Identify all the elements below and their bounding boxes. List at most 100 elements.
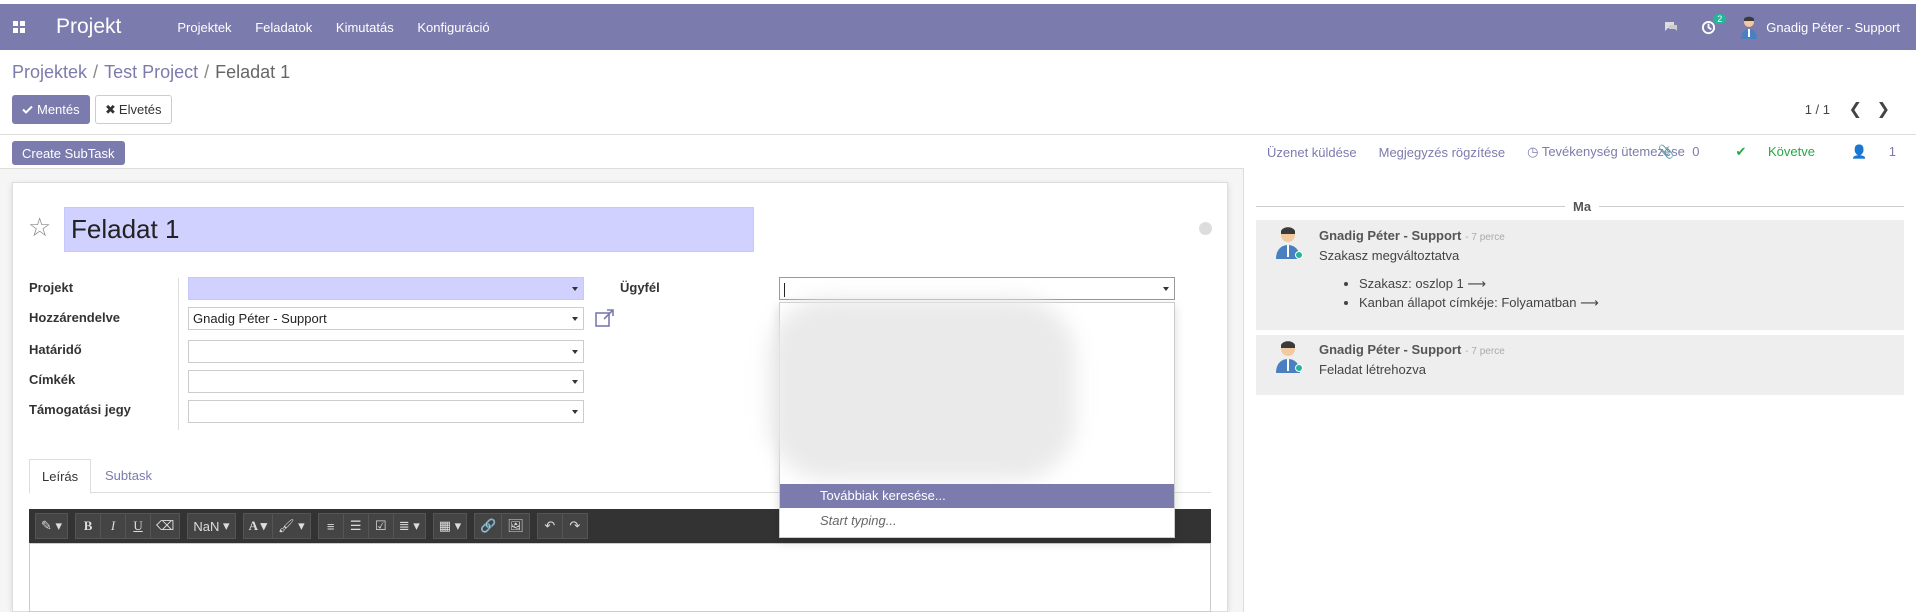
caret-down-icon <box>572 317 578 321</box>
paperclip-icon: 📎 <box>1658 144 1675 159</box>
label-divider <box>178 278 179 430</box>
discard-button[interactable]: ✖ Elvetés <box>95 95 172 124</box>
tab-subtask[interactable]: Subtask <box>93 459 164 494</box>
following-label: Követve <box>1767 144 1815 159</box>
search-more-option[interactable]: Továbbiak keresése... <box>780 484 1174 508</box>
message-author[interactable]: Gnadig Péter - Support - 7 perce <box>1319 228 1505 243</box>
menu-tasks[interactable]: Feladatok <box>255 20 312 35</box>
message-author[interactable]: Gnadig Péter - Support - 7 perce <box>1319 342 1505 357</box>
text-cursor <box>784 282 785 297</box>
chevron-left-icon[interactable]: ❮ <box>1849 99 1862 119</box>
breadcrumb-projects[interactable]: Projektek <box>12 62 87 82</box>
menu-reporting[interactable]: Kimutatás <box>336 20 394 35</box>
day-label: Ma <box>1565 199 1600 214</box>
assignee-label: Hozzárendelve <box>29 310 121 325</box>
message-body: Feladat létrehozva <box>1319 362 1426 377</box>
activity-icon[interactable]: 2 <box>1701 13 1727 35</box>
tracking-values: Szakasz: oszlop 1 ⟶ Kanban állapot címké… <box>1359 276 1599 314</box>
breadcrumb-project[interactable]: Test Project <box>104 62 198 82</box>
magic-style-icon[interactable]: ✎ ▾ <box>35 513 69 539</box>
redo-icon[interactable]: ↷ <box>561 513 588 539</box>
form-statusbar <box>0 135 1244 169</box>
deadline-label: Határidő <box>29 342 82 357</box>
discard-button-label: Elvetés <box>118 102 162 117</box>
project-field[interactable] <box>188 277 584 300</box>
online-status-icon <box>1295 364 1303 372</box>
blurred-results <box>768 298 1076 480</box>
customer-label: Ügyfél <box>620 280 660 295</box>
send-message-button[interactable]: Üzenet küldése <box>1267 145 1357 160</box>
tags-label: Címkék <box>29 372 76 387</box>
menu-configuration[interactable]: Konfiguráció <box>417 20 489 35</box>
menu-projects[interactable]: Projektek <box>177 20 231 35</box>
bold-button[interactable]: B <box>75 513 102 539</box>
create-subtask-button[interactable]: Create SubTask <box>12 141 125 165</box>
underline-button[interactable]: U <box>125 513 152 539</box>
user-name: Gnadig Péter - Support <box>1766 19 1900 35</box>
clock-icon: ◷ <box>1527 144 1539 159</box>
following-button[interactable]: ✔ Követve <box>1717 144 1815 160</box>
main-menu: Projektek Feladatok Kimutatás Konfigurác… <box>177 20 509 35</box>
top-navbar: Projekt Projektek Feladatok Kimutatás Ko… <box>0 4 1916 50</box>
message-body: Szakasz megváltoztatva <box>1319 248 1460 263</box>
bullet-list-icon[interactable]: ≡ <box>317 513 344 539</box>
apps-menu-icon[interactable] <box>0 4 38 50</box>
app-brand[interactable]: Projekt <box>56 15 121 39</box>
align-icon[interactable]: ≣ ▾ <box>392 513 426 539</box>
followers-count: 1 <box>1888 144 1896 159</box>
activity-count-badge: 2 <box>1713 13 1727 24</box>
tags-field[interactable] <box>188 370 584 393</box>
caret-down-icon <box>572 380 578 384</box>
message-time: - 7 perce <box>1465 232 1505 243</box>
user-menu[interactable]: Gnadig Péter - Support <box>1738 15 1900 39</box>
checklist-icon[interactable]: ☑ <box>367 513 394 539</box>
star-icon[interactable]: ☆ <box>28 212 51 243</box>
followers-button[interactable]: 👤 1 <box>1833 144 1896 160</box>
tab-description[interactable]: Leírás <box>29 459 92 494</box>
start-typing-hint: Start typing... <box>820 513 897 528</box>
tracking-item: Kanban állapot címkéje: Folyamatban ⟶ <box>1359 295 1599 311</box>
check-icon: ✔ <box>1735 144 1747 159</box>
brush-icon[interactable]: 🖌 ▾ <box>272 513 311 539</box>
caret-down-icon <box>572 410 578 414</box>
check-icon <box>22 105 33 114</box>
customer-field[interactable] <box>779 277 1175 300</box>
table-icon[interactable]: ▦ ▾ <box>432 513 468 539</box>
eraser-icon[interactable]: ⌫ <box>150 513 181 539</box>
task-title-input[interactable]: Feladat 1 <box>64 207 754 252</box>
font-size-value: NaN <box>193 518 220 534</box>
image-icon[interactable]: 🖼 <box>501 513 530 539</box>
attachments-count: 0 <box>1692 144 1700 159</box>
numbered-list-icon[interactable]: ☰ <box>342 513 369 539</box>
italic-button[interactable]: I <box>100 513 127 539</box>
deadline-field[interactable] <box>188 340 584 363</box>
font-size-select[interactable]: NaN ▾ <box>187 513 236 539</box>
link-icon[interactable]: 🔗 <box>474 513 503 539</box>
message-time: - 7 perce <box>1465 346 1505 357</box>
ticket-label: Támogatási jegy <box>29 402 131 417</box>
save-button[interactable]: Mentés <box>12 95 90 124</box>
undo-icon[interactable]: ↶ <box>536 513 563 539</box>
breadcrumb-current: Feladat 1 <box>215 62 291 82</box>
project-label: Projekt <box>29 280 74 295</box>
font-color-icon[interactable]: A ▾ <box>242 513 274 539</box>
chevron-right-icon[interactable]: ❯ <box>1877 99 1890 119</box>
kanban-state-indicator[interactable] <box>1199 222 1212 235</box>
tracking-item: Szakasz: oszlop 1 ⟶ <box>1359 276 1599 292</box>
chatter-followers: 📎 0 ✔ Követve 👤 1 <box>1622 144 1896 160</box>
save-button-label: Mentés <box>37 102 80 117</box>
close-icon: ✖ <box>105 101 116 117</box>
attachments-button[interactable]: 📎 0 <box>1640 144 1699 160</box>
messaging-icon[interactable] <box>1663 20 1679 34</box>
assignee-value: Gnadig Péter - Support <box>193 311 327 326</box>
breadcrumb: Projektek / Test Project / Feladat 1 <box>12 62 291 82</box>
description-editor[interactable] <box>29 543 1211 612</box>
ticket-field[interactable] <box>188 400 584 423</box>
pager-value[interactable]: 1 / 1 <box>1805 102 1830 117</box>
assignee-field[interactable]: Gnadig Péter - Support <box>188 307 584 330</box>
log-note-button[interactable]: Megjegyzés rögzítése <box>1379 145 1505 160</box>
caret-down-icon <box>572 287 578 291</box>
caret-down-icon <box>1163 287 1169 291</box>
external-link-icon[interactable] <box>595 309 615 332</box>
user-avatar-icon <box>1741 16 1758 39</box>
